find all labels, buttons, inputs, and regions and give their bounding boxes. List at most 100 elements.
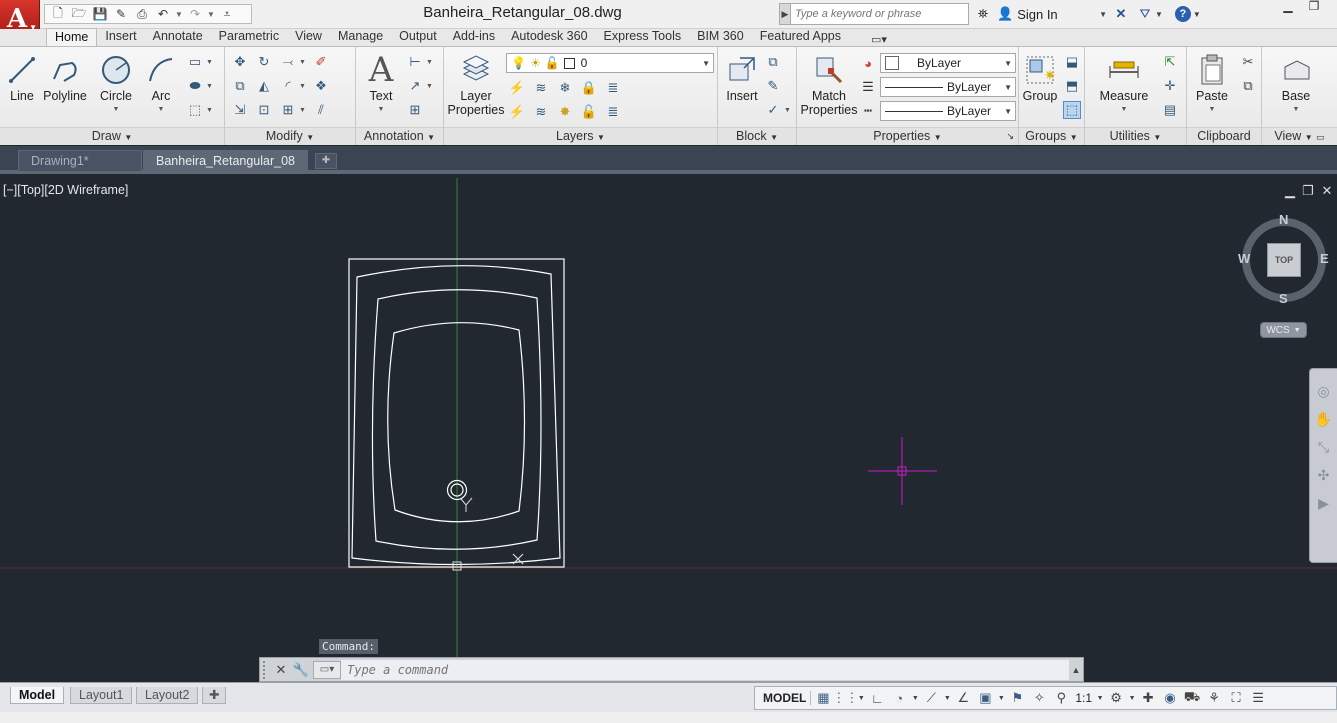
lineweight-icon[interactable]: ☰ xyxy=(859,78,877,96)
new-tab-button[interactable]: ✚ xyxy=(315,153,337,169)
measure-button[interactable]: Measure ▼ xyxy=(1089,51,1159,117)
plus-icon[interactable]: ✚ xyxy=(1138,688,1158,708)
tab-view[interactable]: View xyxy=(287,28,330,46)
undo-icon[interactable]: ↶ xyxy=(154,6,172,22)
ungroup-tool[interactable]: ⬓ xyxy=(1063,53,1081,71)
layer-freeze-icon[interactable]: ❄ xyxy=(556,79,574,97)
arc-button[interactable]: Arc ▼ xyxy=(144,51,178,117)
zoom-extents-icon[interactable]: ⤡ xyxy=(1314,437,1334,457)
isolate-objects-icon[interactable]: ◉ xyxy=(1160,688,1180,708)
explode-icon[interactable]: ❖ xyxy=(312,77,330,95)
ortho-icon[interactable]: ∟ xyxy=(867,688,887,708)
linetype-icon[interactable]: ┅ xyxy=(859,102,877,120)
annotation-visibility-icon[interactable]: ⚑ xyxy=(1007,688,1027,708)
viewport-controls-label[interactable]: [−][Top][2D Wireframe] xyxy=(3,183,128,197)
layer-dropdown[interactable]: 💡 ☀ 🔓 0 ▼ xyxy=(506,53,714,73)
tab-home[interactable]: Home xyxy=(46,28,98,46)
viewcube-top-face[interactable]: TOP xyxy=(1267,243,1301,277)
tab-express-tools[interactable]: Express Tools xyxy=(596,28,690,46)
expand-history-icon[interactable]: ▲ xyxy=(1069,665,1083,675)
layer-off-icon[interactable]: ⚡ xyxy=(508,79,526,97)
chevron-down-icon[interactable]: ▼ xyxy=(1193,10,1201,19)
tab-output[interactable]: Output xyxy=(391,28,445,46)
layout-tab-model[interactable]: Model xyxy=(10,687,65,704)
layer-properties-button[interactable]: Layer Properties xyxy=(448,51,505,117)
tab-autodesk-360[interactable]: Autodesk 360 xyxy=(503,28,595,46)
tab-bim-360[interactable]: BIM 360 xyxy=(689,28,752,46)
autodesk-360-icon[interactable]: ⛛ xyxy=(1135,4,1155,24)
id-point-tool[interactable]: ✛ xyxy=(1161,77,1179,95)
binoculars-icon[interactable]: ⛯ xyxy=(973,4,993,24)
tab-featured-apps[interactable]: Featured Apps xyxy=(752,28,849,46)
leader-tool[interactable]: ↗ ▼ xyxy=(406,77,433,95)
tab-annotate[interactable]: Annotate xyxy=(145,28,211,46)
hatch-tool[interactable]: ⬬ ▼ xyxy=(186,77,213,95)
cut-tool[interactable]: ✂ xyxy=(1239,53,1257,71)
annotation-panel-title[interactable]: Annotation ▼ xyxy=(356,127,443,145)
layer-thaw-icon[interactable]: ✸ xyxy=(556,103,574,121)
viewcube[interactable]: N S E W TOP xyxy=(1236,212,1336,313)
lineweight-dropdown[interactable]: ByLayer ▼ xyxy=(880,77,1016,97)
array-icon[interactable]: ⊞ xyxy=(279,101,297,119)
restore-icon[interactable]: ❐ xyxy=(1302,0,1326,14)
viewport-close-icon[interactable]: ✕ xyxy=(1319,183,1335,199)
compass-north[interactable]: N xyxy=(1279,212,1288,227)
command-input[interactable] xyxy=(341,659,1069,680)
properties-palette-icon[interactable]: ⚘ xyxy=(1204,688,1224,708)
match-properties-button[interactable]: Match Properties xyxy=(799,51,859,117)
utilities-panel-title[interactable]: Utilities ▼ xyxy=(1085,127,1186,145)
trim-icon[interactable]: ⤙ xyxy=(279,53,297,71)
clean-screen-icon[interactable]: ⛶ xyxy=(1226,688,1246,708)
copy-clip-tool[interactable]: ⧉ xyxy=(1239,77,1257,95)
dialog-launcher-icon[interactable]: ↘ xyxy=(1006,128,1014,145)
minimize-icon[interactable]: ▁ xyxy=(1276,0,1300,14)
model-space-toggle[interactable]: MODEL xyxy=(759,691,812,705)
modify-panel-title[interactable]: Modify ▼ xyxy=(225,127,355,145)
circle-button[interactable]: Circle ▼ xyxy=(96,51,136,117)
copy-icon[interactable]: ⧉ xyxy=(231,77,249,95)
isometric-icon[interactable]: ⟋ xyxy=(921,688,941,708)
recent-commands-button[interactable]: ▭▾ xyxy=(313,660,341,679)
layer-unlock-icon[interactable]: 🔓 xyxy=(580,103,598,121)
chevron-down-icon[interactable]: ▼ xyxy=(911,695,919,702)
drawing-canvas[interactable]: [−][Top][2D Wireframe] ▁ ❐ ✕ N S E W TOP… xyxy=(0,178,1337,682)
boundary-tool[interactable]: ⬚ ▼ xyxy=(186,101,213,119)
new-layout-button[interactable]: ✚ xyxy=(202,687,227,704)
tab-manage[interactable]: Manage xyxy=(330,28,391,46)
stretch-icon[interactable]: ⇲ xyxy=(231,101,249,119)
hardware-acceleration-icon[interactable]: ⛟ xyxy=(1182,688,1202,708)
drag-handle[interactable] xyxy=(263,660,271,679)
fillet-icon[interactable]: ◜ xyxy=(279,77,297,95)
move-icon[interactable]: ✥ xyxy=(231,53,249,71)
file-tab-banheira[interactable]: Banheira_Retangular_08 ✕ xyxy=(143,150,308,189)
object-snap-icon[interactable]: ▣ xyxy=(975,688,995,708)
new-file-icon[interactable]: 🗋 xyxy=(49,6,67,22)
scale-icon[interactable]: ⊡ xyxy=(255,101,273,119)
object-snap-tracking-icon[interactable]: ∠ xyxy=(953,688,973,708)
chevron-down-icon[interactable]: ▼ xyxy=(997,695,1005,702)
redo-dropdown-icon[interactable]: ▼ xyxy=(207,10,215,19)
open-folder-icon[interactable]: 🗁 xyxy=(70,6,88,22)
color-dropdown[interactable]: ByLayer ▼ xyxy=(880,53,1016,73)
erase-icon[interactable]: ✐ xyxy=(312,53,330,71)
paste-button[interactable]: Paste ▼ xyxy=(1191,51,1233,117)
showmotion-icon[interactable]: ▶ xyxy=(1314,493,1334,513)
close-icon[interactable]: ✕ xyxy=(271,660,291,680)
print-icon[interactable]: ⎙ xyxy=(133,6,151,22)
viewport-minimize-icon[interactable]: ▁ xyxy=(1282,183,1298,199)
layers-panel-title[interactable]: Layers ▼ xyxy=(444,127,717,145)
chevron-down-icon[interactable]: ▼ xyxy=(1096,695,1104,702)
block-panel-title[interactable]: Block ▼ xyxy=(718,127,796,145)
customize-qat-icon[interactable]: ⩡ xyxy=(218,6,236,22)
ribbon-minimize-toggle-icon[interactable]: ▭▾ xyxy=(871,33,887,46)
line-button[interactable]: Line xyxy=(6,51,38,103)
compass-west[interactable]: W xyxy=(1238,251,1250,266)
insert-button[interactable]: Insert xyxy=(722,51,762,103)
sign-in-button[interactable]: 👤 Sign In ▼ xyxy=(997,6,1107,22)
save-as-icon[interactable]: ✎ xyxy=(112,6,130,22)
dimension-tool[interactable]: ⊢ ▼ xyxy=(406,53,433,71)
chevron-down-icon[interactable]: ▼ xyxy=(1128,695,1136,702)
mirror-icon[interactable]: ◭ xyxy=(255,77,273,95)
clipboard-panel-title[interactable]: Clipboard xyxy=(1187,127,1261,145)
properties-panel-title[interactable]: Properties ▼ ↘ xyxy=(797,127,1018,145)
